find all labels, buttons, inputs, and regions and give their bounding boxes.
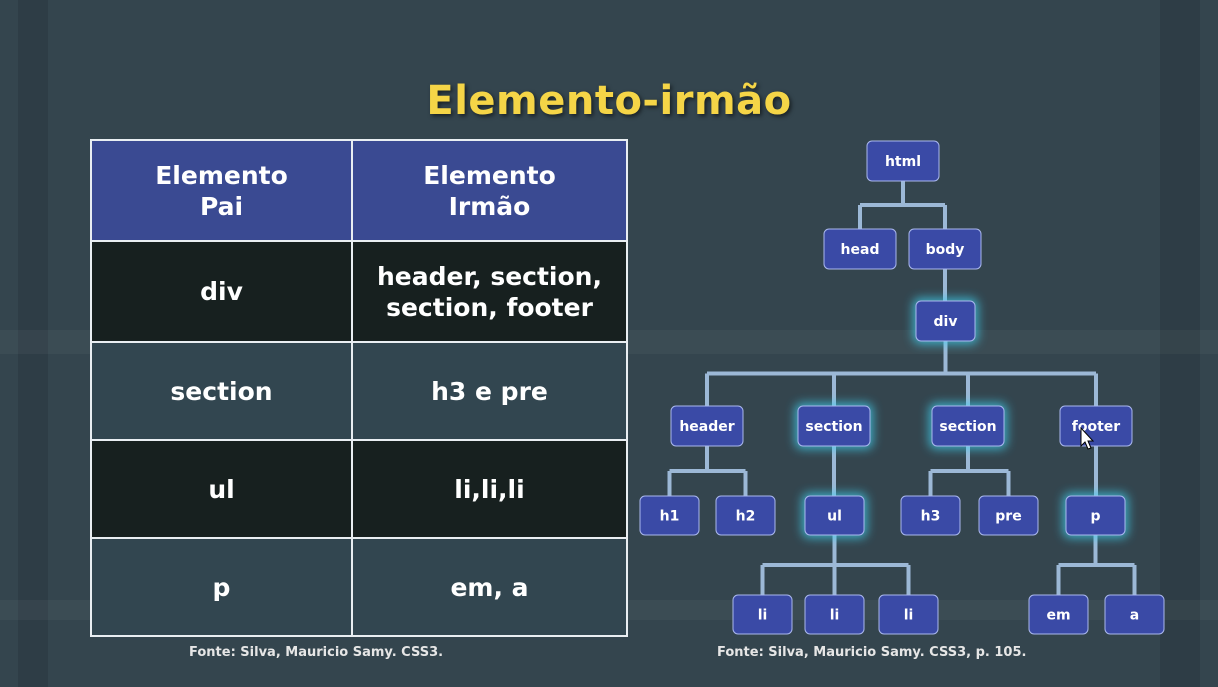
- tree-node-p: p: [1063, 493, 1128, 538]
- tree-node-footer: footer: [1059, 405, 1133, 447]
- tree-node-pre: pre: [978, 495, 1039, 536]
- tree-node-section2: section: [929, 403, 1007, 449]
- tree-node-html: html: [866, 140, 940, 182]
- tree-node-label: li: [758, 608, 768, 624]
- tree-node-label: head: [841, 242, 880, 258]
- tree-node-header: header: [670, 405, 744, 447]
- tree-node-label: html: [885, 154, 921, 170]
- tree-node-em: em: [1028, 594, 1089, 635]
- tree-node-label: h3: [921, 509, 941, 525]
- tree-edge-html: [858, 181, 947, 229]
- tree-node-label: h1: [660, 509, 680, 525]
- tree-node-body: body: [908, 228, 982, 270]
- tree-node-label: a: [1130, 608, 1139, 624]
- tree-node-label: section: [939, 419, 996, 435]
- tree-node-label: li: [830, 608, 840, 624]
- tree-edge-div: [705, 341, 1098, 406]
- tree-node-label: li: [904, 608, 914, 624]
- tree-node-div: div: [913, 298, 978, 344]
- tree-node-h2: h2: [715, 495, 776, 536]
- tree-edge-section2: [928, 446, 1011, 496]
- tree-node-label: ul: [827, 509, 842, 525]
- tree-node-h1: h1: [639, 495, 700, 536]
- tree-node-label: footer: [1072, 419, 1121, 435]
- tree-node-label: header: [679, 419, 734, 435]
- tree-edge-p: [1056, 535, 1137, 595]
- tree-node-li2: li: [804, 594, 865, 635]
- tree-node-li1: li: [732, 594, 793, 635]
- tree-node-ul: ul: [802, 493, 867, 538]
- tree-node-label: section: [805, 419, 862, 435]
- tree-edge-ul: [760, 535, 911, 595]
- tree-nodes: html head body div header section section foote…: [639, 140, 1165, 635]
- tree-node-h3: h3: [900, 495, 961, 536]
- tree-edge-header: [667, 446, 748, 496]
- dom-tree-diagram: html head body div header section section foote…: [639, 140, 1165, 635]
- tree-node-head: head: [823, 228, 897, 270]
- tree-node-label: p: [1090, 509, 1100, 525]
- tree-node-label: em: [1046, 608, 1070, 624]
- tree-node-label: div: [934, 314, 958, 330]
- tree-node-label: h2: [736, 509, 756, 525]
- tree-node-section1: section: [795, 403, 873, 449]
- tree-node-li3: li: [878, 594, 939, 635]
- tree-node-label: pre: [995, 509, 1021, 525]
- tree-node-label: body: [926, 242, 965, 258]
- tree-node-a: a: [1104, 594, 1165, 635]
